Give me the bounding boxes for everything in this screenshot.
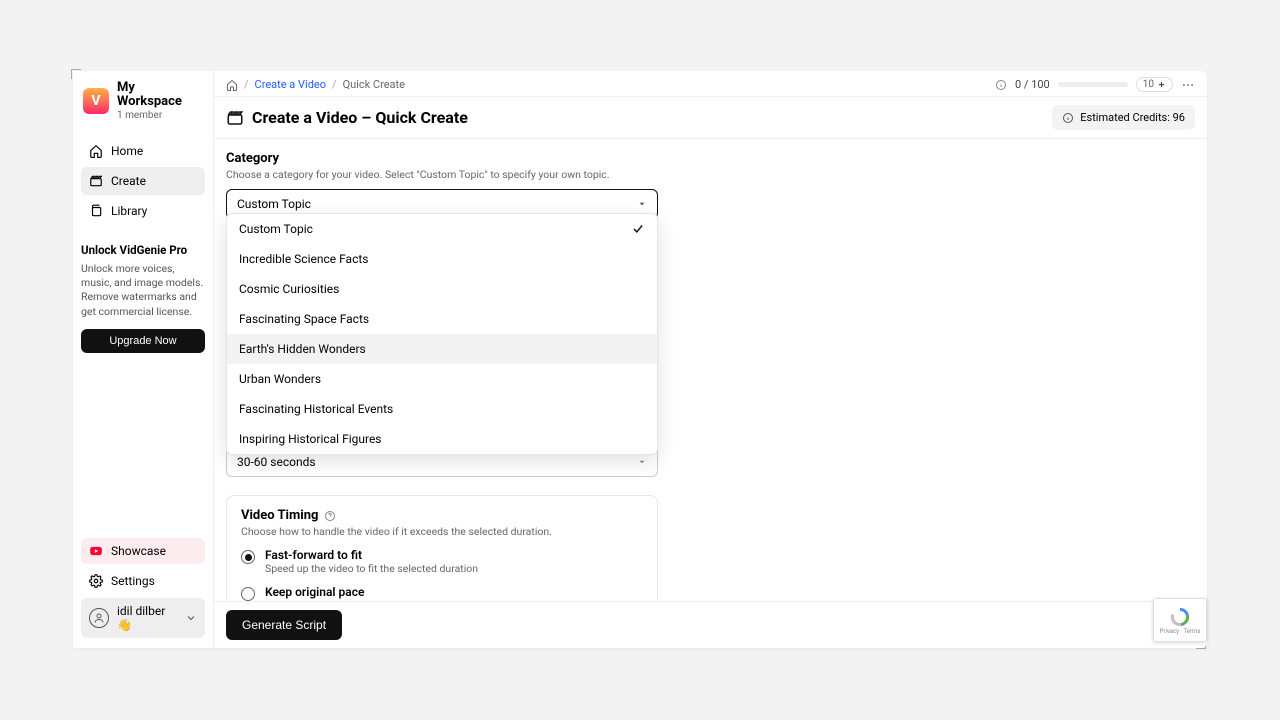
sidebar-item-label: Home — [111, 144, 143, 158]
credits-text: Estimated Credits: 96 — [1080, 111, 1185, 124]
category-option[interactable]: Urban Wonders — [227, 364, 657, 394]
recaptcha-terms: Terms — [1183, 628, 1200, 635]
timing-card: Video Timing Choose how to handle the vi… — [226, 495, 658, 601]
upgrade-card: Unlock VidGenie Pro Unlock more voices, … — [81, 243, 205, 353]
clapper-icon — [89, 174, 103, 188]
category-option-label: Custom Topic — [239, 222, 313, 236]
sidebar: V My Workspace 1 member Home Create Libr… — [73, 71, 213, 648]
user-display-name: idil dilber 👋 — [117, 604, 177, 632]
breadcrumb-separator: / — [244, 78, 249, 91]
timing-title: Video Timing — [241, 508, 643, 523]
home-icon[interactable] — [226, 79, 238, 91]
breadcrumb-create[interactable]: Create a Video — [255, 78, 326, 91]
sidebar-item-home[interactable]: Home — [81, 137, 205, 165]
timing-option-label: Keep original pace — [265, 585, 578, 599]
category-option[interactable]: Earth's Hidden Wonders — [227, 334, 657, 364]
chevron-down-icon — [637, 457, 647, 467]
workspace-logo: V — [83, 88, 109, 114]
category-label: Category — [226, 151, 658, 166]
category-option[interactable]: Custom Topic — [227, 214, 657, 244]
library-icon — [89, 204, 103, 218]
workspace-name: My Workspace — [117, 81, 203, 110]
workspace-header[interactable]: V My Workspace 1 member — [81, 81, 205, 131]
credits-badge[interactable]: Estimated Credits: 96 — [1052, 105, 1195, 130]
category-option-label: Earth's Hidden Wonders — [239, 342, 366, 356]
recaptcha-privacy: Privacy — [1160, 628, 1179, 635]
category-option-label: Urban Wonders — [239, 372, 321, 386]
gear-icon — [89, 574, 103, 588]
usage-text: 0 / 100 — [1015, 78, 1050, 91]
help-icon[interactable] — [324, 510, 336, 522]
info-icon — [1062, 112, 1074, 124]
category-option-label: Fascinating Historical Events — [239, 402, 393, 416]
category-option[interactable]: Incredible Science Facts — [227, 244, 657, 274]
main-panel: / Create a Video / Quick Create 0 / 100 … — [213, 71, 1207, 648]
category-selected: Custom Topic — [237, 197, 311, 211]
settings-label: Settings — [111, 574, 155, 588]
timing-option-fast[interactable]: Fast-forward to fit Speed up the video t… — [241, 548, 643, 575]
category-option-label: Fascinating Space Facts — [239, 312, 369, 326]
category-option[interactable]: Fascinating Historical Events — [227, 394, 657, 424]
sidebar-item-create[interactable]: Create — [81, 167, 205, 195]
breadcrumb-separator: / — [332, 78, 337, 91]
timing-option-sub: Speed up the video to fit the selected d… — [265, 562, 478, 575]
youtube-icon — [89, 544, 103, 558]
generate-button[interactable]: Generate Script — [226, 610, 342, 640]
credit-chip-value: 10 — [1143, 79, 1154, 90]
sidebar-item-label: Create — [111, 174, 146, 188]
timing-desc: Choose how to handle the video if it exc… — [241, 525, 643, 538]
chevron-down-icon — [637, 199, 647, 209]
radio-icon — [241, 550, 255, 564]
sidebar-item-settings[interactable]: Settings — [81, 568, 205, 594]
footer: Generate Script — [214, 601, 1207, 648]
form-column: Category Choose a category for your vide… — [226, 151, 658, 601]
clapper-icon — [226, 109, 244, 127]
upgrade-title: Unlock VidGenie Pro — [81, 243, 205, 259]
timing-option-sub: Maintain original speed, potentially exc… — [265, 599, 578, 601]
topbar: / Create a Video / Quick Create 0 / 100 … — [214, 71, 1207, 97]
user-menu[interactable]: idil dilber 👋 — [81, 598, 205, 638]
upgrade-body: Unlock more voices, music, and image mod… — [81, 262, 205, 319]
category-option[interactable]: Inspiring Historical Figures — [227, 424, 657, 454]
more-icon[interactable] — [1181, 78, 1195, 92]
sidebar-item-label: Library — [111, 204, 147, 218]
radio-icon — [241, 587, 255, 601]
category-option[interactable]: Fascinating Space Facts — [227, 304, 657, 334]
titlebar: Create a Video – Quick Create Estimated … — [214, 97, 1207, 139]
duration-selected: 30-60 seconds — [237, 455, 316, 469]
upgrade-button[interactable]: Upgrade Now — [81, 329, 205, 353]
timing-option-keep[interactable]: Keep original pace Maintain original spe… — [241, 585, 643, 601]
timing-option-label: Fast-forward to fit — [265, 548, 478, 562]
page-title: Create a Video – Quick Create — [226, 108, 468, 127]
category-option-label: Inspiring Historical Figures — [239, 432, 382, 446]
breadcrumb: / Create a Video / Quick Create — [226, 78, 405, 91]
category-option[interactable]: Cosmic Curiosities — [227, 274, 657, 304]
sidebar-item-library[interactable]: Library — [81, 197, 205, 225]
recaptcha-icon — [1169, 606, 1191, 628]
usage-bar — [1058, 82, 1128, 87]
page-title-text: Create a Video – Quick Create — [252, 108, 468, 127]
breadcrumb-quick: Quick Create — [343, 78, 405, 91]
info-icon[interactable] — [995, 79, 1007, 91]
sidebar-item-showcase[interactable]: Showcase — [81, 538, 205, 564]
home-icon — [89, 144, 103, 158]
avatar-icon — [89, 608, 109, 628]
chevron-down-icon — [185, 612, 197, 624]
timing-title-text: Video Timing — [241, 508, 318, 523]
plus-icon — [1157, 80, 1166, 89]
form-scroll: Category Choose a category for your vide… — [214, 139, 1207, 601]
category-option-label: Incredible Science Facts — [239, 252, 368, 266]
category-option-label: Cosmic Curiosities — [239, 282, 339, 296]
recaptcha-badge[interactable]: Privacy · Terms — [1153, 598, 1207, 642]
sidebar-nav: Home Create Library — [81, 137, 205, 225]
category-dropdown: Custom Topic Incredible Science Facts Cosm… — [226, 213, 658, 455]
showcase-label: Showcase — [111, 544, 166, 558]
check-icon — [631, 222, 645, 236]
workspace-members: 1 member — [117, 110, 203, 121]
category-desc: Choose a category for your video. Select… — [226, 168, 658, 181]
app-frame: V My Workspace 1 member Home Create Libr… — [73, 71, 1207, 648]
credit-chip[interactable]: 10 — [1136, 77, 1173, 92]
